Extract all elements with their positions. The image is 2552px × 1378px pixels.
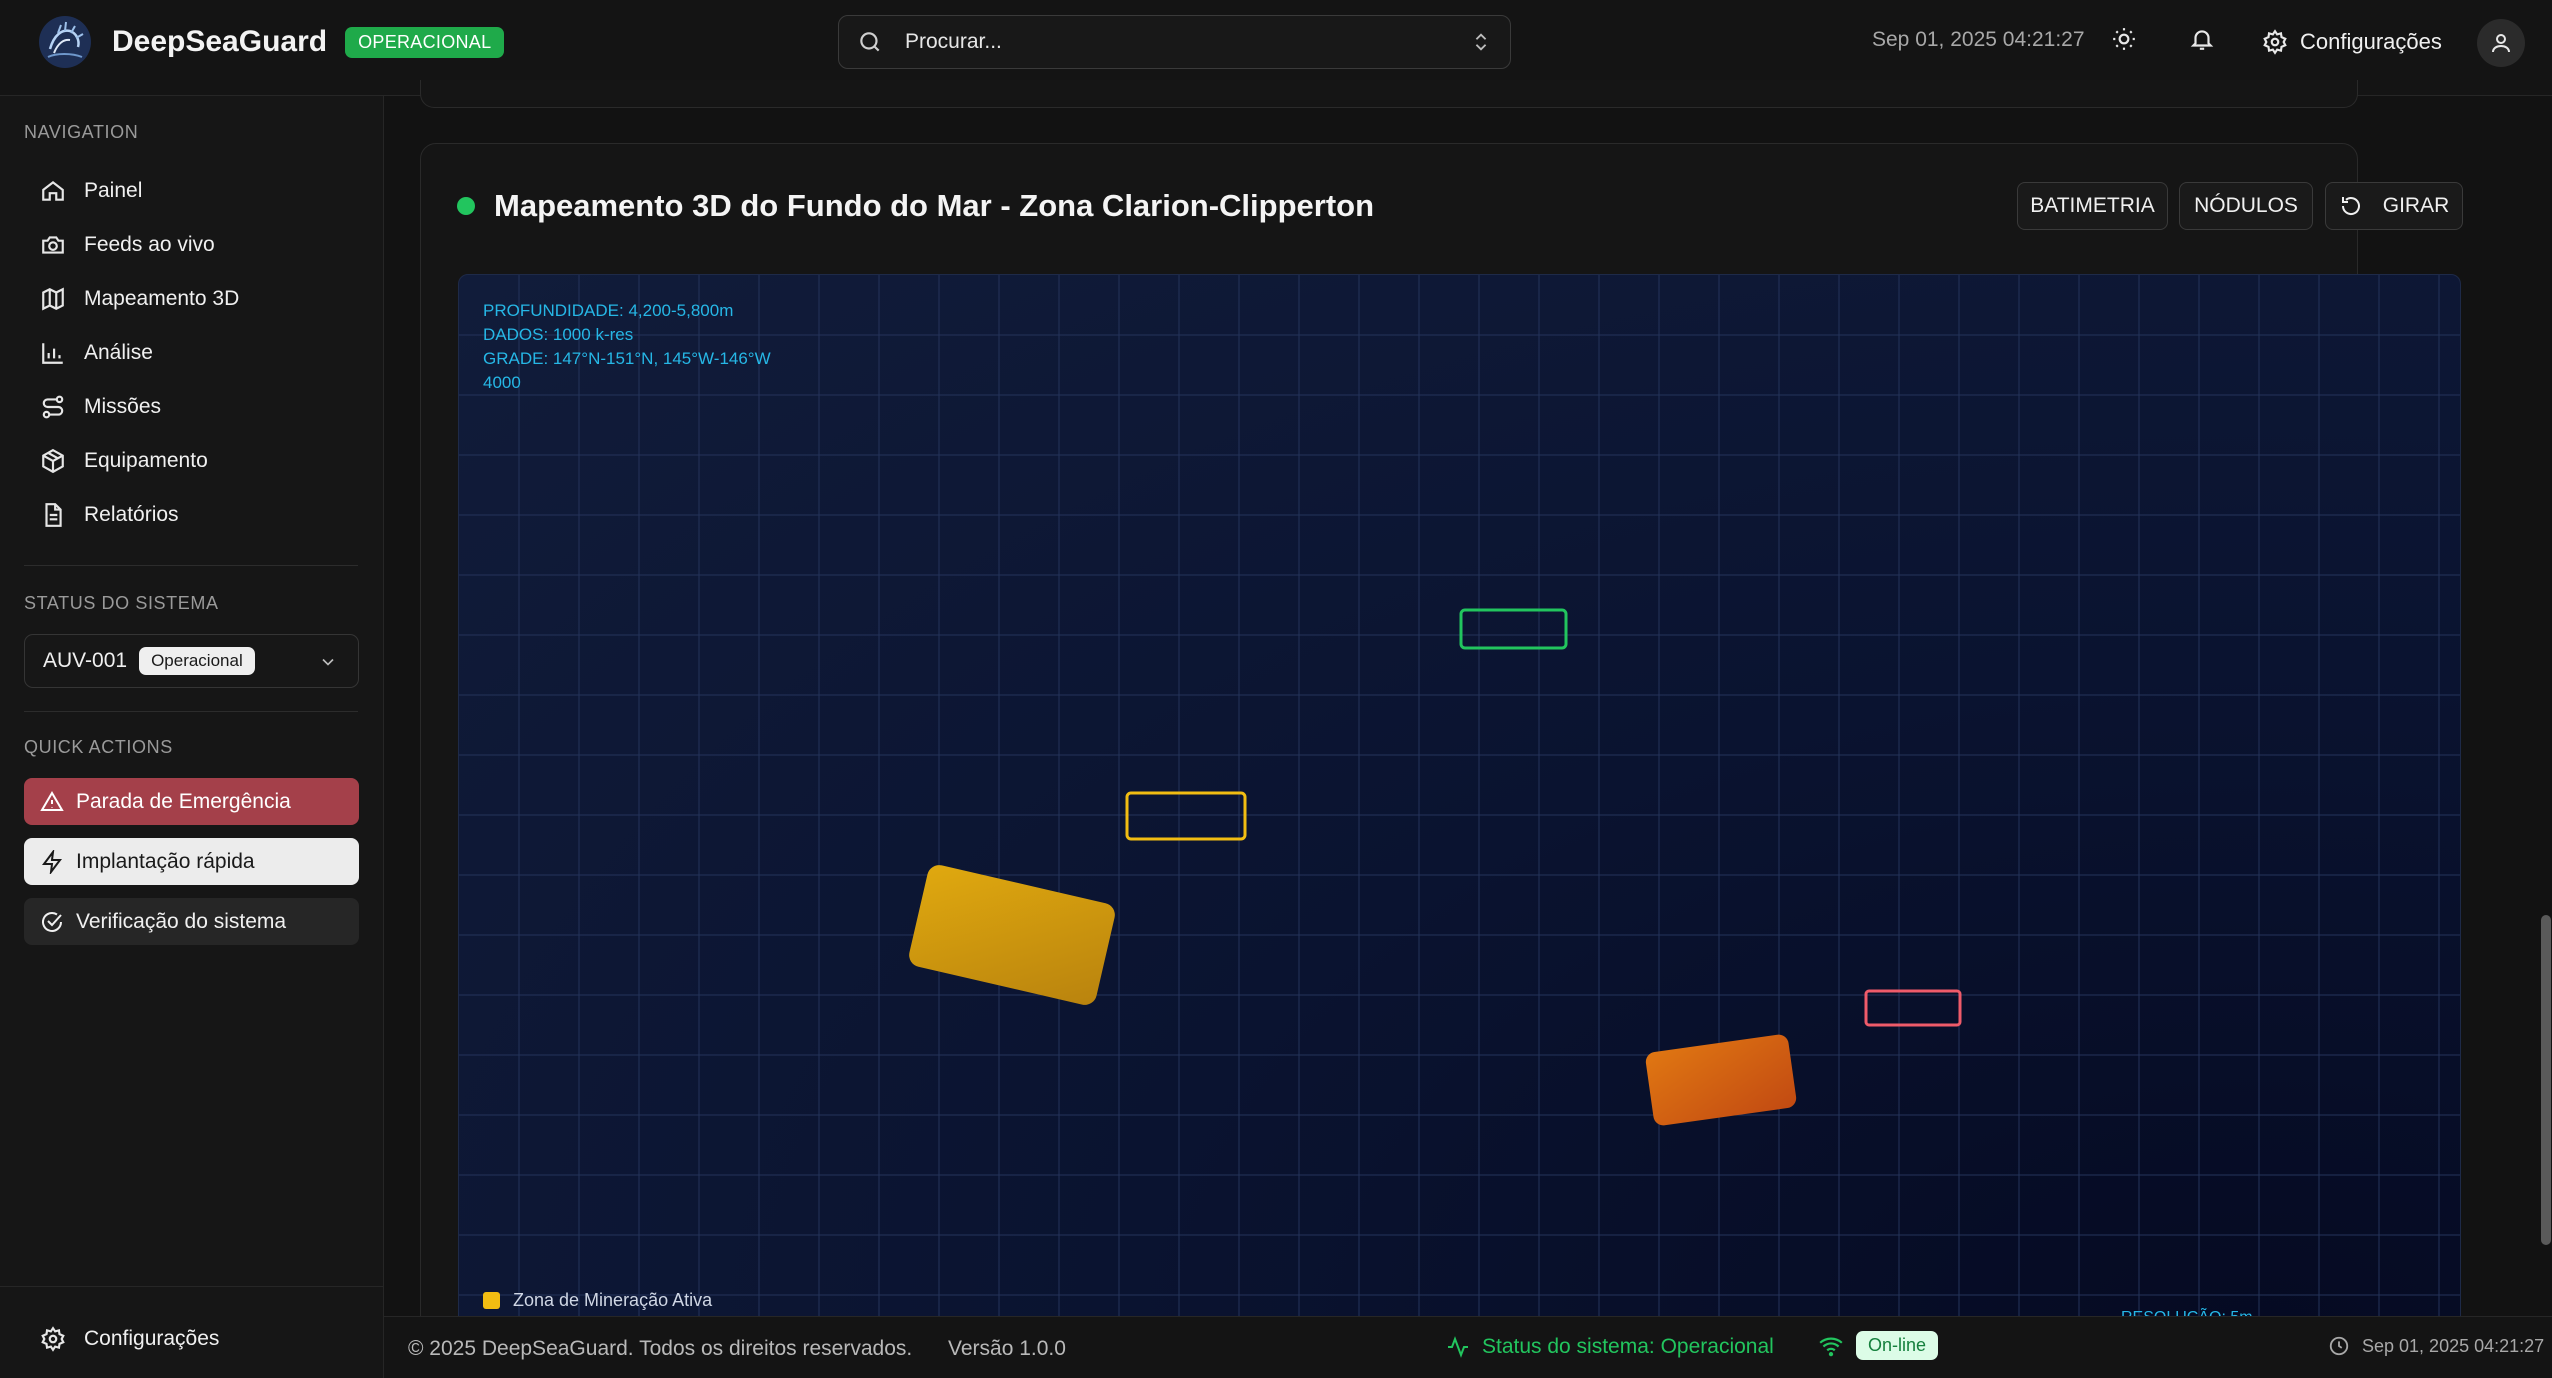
check-circle-icon — [42, 911, 62, 932]
sidebar-item-analysis[interactable]: Análise — [24, 330, 358, 376]
header-settings-label: Configurações — [2300, 29, 2442, 54]
sidebar-bottom-divider — [0, 1286, 384, 1287]
gear-icon — [41, 1326, 65, 1352]
version-text: Versão 1.0.0 — [948, 1337, 1066, 1360]
scrollbar-thumb[interactable] — [2541, 915, 2551, 1245]
bar-chart-icon — [42, 343, 63, 364]
activity-icon — [1448, 1336, 1468, 1358]
header-settings-button[interactable]: Configurações — [2262, 22, 2442, 62]
brand-name: DeepSeaGuard — [112, 25, 328, 58]
survey-zone-green[interactable] — [1459, 608, 1568, 650]
live-status-dot — [457, 197, 475, 215]
mining-zone-gold[interactable] — [907, 863, 1117, 1008]
system-status-select[interactable]: AUV-001 Operacional — [24, 634, 359, 688]
user-avatar-button[interactable] — [2477, 19, 2525, 67]
legend-label: Zona de Mineração Ativa — [513, 1290, 713, 1310]
theme-toggle-button[interactable] — [2107, 22, 2141, 56]
nav-heading: NAVIGATION — [24, 122, 139, 142]
system-status-indicator: Status do sistema: Operacional — [1446, 1335, 1774, 1359]
sidebar-item-missions[interactable]: Missões — [24, 384, 358, 430]
file-text-icon — [45, 503, 62, 527]
seafloor-mapping-card: Mapeamento 3D do Fundo do Mar - Zona Cla… — [420, 143, 2463, 1378]
operational-badge: OPERACIONAL — [345, 26, 505, 58]
notifications-button[interactable] — [2185, 22, 2219, 56]
header-datetime: Sep 01, 2025 04:21:27 — [1872, 28, 2085, 51]
online-badge: On-line — [1856, 1331, 1939, 1360]
quick-deploy-label: Implantação rápida — [76, 849, 255, 873]
deepseaguard-logo-icon — [39, 16, 91, 68]
nodules-label: NÓDULOS — [2194, 194, 2298, 217]
bell-icon — [2190, 30, 2214, 50]
rotate-label: GIRAR — [2382, 194, 2450, 217]
rotate-icon — [2341, 197, 2360, 215]
map-zones-overlay — [907, 608, 1962, 1126]
seafloor-3d-map[interactable]: PROFUNDIDADE: 4,200-5,800m DADOS: 1000 k… — [458, 274, 2461, 1344]
copyright-text: © 2025 DeepSeaGuard. Todos os direitos r… — [408, 1337, 913, 1360]
nodules-button[interactable]: NÓDULOS — [2179, 182, 2313, 230]
previous-card-edge — [420, 80, 2358, 108]
chevron-down-icon — [322, 658, 334, 666]
package-icon — [42, 448, 64, 474]
search-input[interactable] — [905, 24, 1425, 60]
survey-zone-yellow[interactable] — [1125, 791, 1247, 841]
sidebar-item-equipment[interactable]: Equipamento — [24, 438, 358, 484]
bathymetry-label: BATIMETRIA — [2030, 194, 2155, 217]
system-check-button[interactable]: Verificação do sistema — [24, 898, 359, 945]
sidebar-item-label: Missões — [84, 395, 162, 418]
map-icon — [42, 287, 64, 311]
system-status-heading: STATUS DO SISTEMA — [24, 593, 219, 613]
sidebar-item-label: Mapeamento 3D — [84, 287, 240, 310]
sidebar-item-label: Painel — [84, 179, 143, 202]
user-icon — [2492, 34, 2510, 53]
sidebar-divider — [24, 711, 358, 712]
emergency-stop-label: Parada de Emergência — [76, 789, 291, 813]
brand[interactable]: DeepSeaGuard OPERACIONAL — [36, 13, 505, 71]
camera-icon — [42, 236, 64, 254]
survey-zone-red[interactable] — [1864, 989, 1962, 1027]
system-status-text: Status do sistema: Operacional — [1482, 1335, 1774, 1358]
sidebar-item-label: Feeds ao vivo — [84, 233, 215, 256]
sidebar-item-label: Relatórios — [84, 503, 179, 526]
map-legend: Zona de Mineração Ativa — [483, 1290, 712, 1311]
status-unit-name: AUV-001 — [43, 649, 128, 672]
system-check-label: Verificação do sistema — [76, 909, 287, 933]
card-title: Mapeamento 3D do Fundo do Mar - Zona Cla… — [494, 188, 1375, 223]
network-indicator: On-line — [1818, 1331, 1939, 1360]
sidebar-item-live-feeds[interactable]: Feeds ao vivo — [24, 222, 358, 268]
sidebar-item-painel[interactable]: Painel — [24, 168, 358, 214]
home-icon — [42, 180, 64, 201]
sidebar: NAVIGATION Painel Feeds ao vivo Mapeamen… — [0, 96, 384, 1378]
sidebar-divider — [24, 565, 358, 566]
legend-swatch — [483, 1292, 500, 1309]
sidebar-item-reports[interactable]: Relatórios — [24, 492, 358, 538]
footer-datetime: Sep 01, 2025 04:21:27 — [2362, 1335, 2545, 1356]
mining-zone-orange[interactable] — [1645, 1033, 1798, 1126]
chevrons-up-down-icon[interactable] — [1470, 30, 1492, 54]
zap-icon — [42, 849, 62, 874]
sidebar-item-label: Configurações — [84, 1327, 220, 1350]
search-box[interactable] — [838, 15, 1511, 69]
route-icon — [42, 395, 64, 419]
bathymetry-button[interactable]: BATIMETRIA — [2017, 182, 2168, 230]
footer: © 2025 DeepSeaGuard. Todos os direitos r… — [384, 1316, 2552, 1378]
alert-triangle-icon — [40, 790, 64, 811]
gear-icon — [2263, 29, 2287, 55]
sun-icon — [2113, 28, 2135, 50]
status-badge: Operacional — [139, 647, 255, 675]
rotate-button[interactable]: GIRAR — [2325, 182, 2463, 230]
search-icon — [860, 32, 880, 52]
wifi-icon — [1819, 1337, 1843, 1356]
clock-icon — [2329, 1336, 2349, 1356]
quick-actions-heading: QUICK ACTIONS — [24, 737, 173, 757]
sidebar-item-label: Equipamento — [84, 449, 208, 472]
footer-clock: Sep 01, 2025 04:21:27 — [2328, 1335, 2544, 1357]
emergency-stop-button[interactable]: Parada de Emergência — [24, 778, 359, 825]
sidebar-item-settings[interactable]: Configurações — [24, 1316, 358, 1362]
sidebar-item-3d-mapping[interactable]: Mapeamento 3D — [24, 276, 358, 322]
quick-deploy-button[interactable]: Implantação rápida — [24, 838, 359, 885]
sidebar-item-label: Análise — [84, 341, 153, 364]
